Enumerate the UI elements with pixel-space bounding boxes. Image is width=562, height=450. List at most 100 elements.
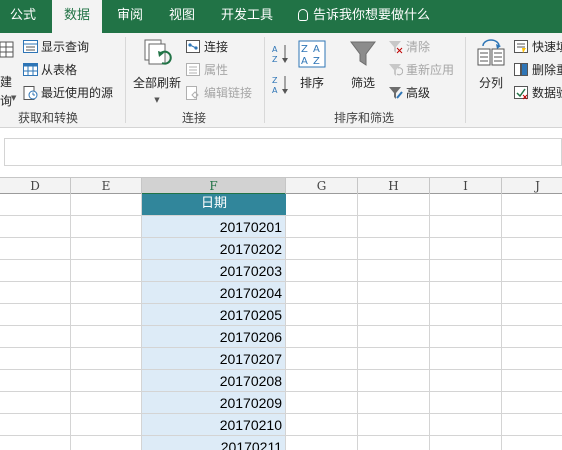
text-to-columns-label: 分列	[478, 76, 503, 90]
svg-text:A: A	[313, 44, 320, 55]
date-cell[interactable]: 20170203	[142, 260, 282, 282]
advanced-filter-label: 高级	[406, 86, 431, 100]
flash-fill-button[interactable]: 快速填	[514, 38, 562, 56]
reapply-icon	[389, 64, 403, 76]
date-cell[interactable]: 20170205	[142, 304, 282, 326]
recent-sources-button[interactable]: 最近使用的源	[23, 84, 113, 102]
column-header-g[interactable]: G	[286, 178, 358, 194]
column-header-row: D E F G H I J	[0, 177, 562, 195]
sort-button[interactable]: Z A A Z 排序	[294, 39, 330, 95]
properties-button[interactable]: 属性	[186, 61, 228, 79]
sort-label: 排序	[299, 76, 324, 90]
new-query-icon	[0, 41, 14, 58]
flash-fill-icon	[514, 40, 528, 53]
sort-za-icon: ZA	[272, 76, 288, 95]
data-validation-button[interactable]: 数据验	[514, 84, 562, 102]
text-to-columns-icon	[477, 39, 505, 66]
show-queries-button[interactable]: 显示查询	[23, 38, 89, 56]
reapply-button[interactable]: 重新应用	[388, 61, 454, 79]
refresh-all-icon	[144, 39, 172, 65]
date-cell[interactable]: 20170211	[142, 436, 282, 450]
clear-filter-icon	[389, 41, 403, 54]
clear-filter-button[interactable]: 清除	[388, 38, 430, 56]
edit-links-icon	[186, 86, 199, 100]
remove-duplicates-icon	[514, 63, 528, 76]
edit-links-button[interactable]: 编辑链接	[186, 84, 252, 102]
from-table-button[interactable]: 从表格	[23, 61, 77, 79]
new-query-label-1: 建	[0, 75, 13, 89]
column-header-j[interactable]: J	[502, 178, 562, 194]
date-cell[interactable]: 20170201	[142, 216, 282, 238]
data-validation-label: 数据验	[532, 86, 562, 100]
reapply-label: 重新应用	[406, 63, 455, 77]
sort-az-icon: AZ	[272, 45, 288, 64]
remove-duplicates-button[interactable]: 删除重	[514, 61, 562, 79]
column-header-h[interactable]: H	[358, 178, 430, 194]
connections-label: 连接	[204, 40, 229, 54]
show-queries-icon	[23, 40, 38, 53]
text-to-columns-button[interactable]: 分列	[472, 39, 510, 95]
svg-text:Z: Z	[313, 56, 320, 67]
tab-review[interactable]: 审阅	[108, 0, 152, 33]
filter-funnel-icon	[350, 41, 376, 66]
filter-label: 筛选	[350, 76, 375, 90]
tab-view[interactable]: 视图	[160, 0, 204, 33]
svg-text:A: A	[272, 86, 278, 95]
column-header-e[interactable]: E	[71, 178, 142, 194]
advanced-filter-icon	[389, 87, 403, 99]
gridline	[70, 194, 71, 450]
date-header-cell[interactable]: 日期	[142, 194, 286, 215]
tell-me-box[interactable]: 告诉我你想要做什么	[298, 0, 430, 33]
connections-icon	[186, 40, 200, 53]
recent-sources-label: 最近使用的源	[41, 86, 114, 100]
gridline	[429, 194, 430, 450]
clear-filter-label: 清除	[406, 40, 431, 54]
column-header-i[interactable]: I	[430, 178, 502, 194]
worksheet-grid[interactable]: 日期 20170201 20170202 20170203 20170204 2…	[0, 194, 562, 450]
tab-formulas[interactable]: 公式	[0, 0, 46, 33]
dropdown-arrow-icon: ▼	[11, 94, 17, 102]
ribbon-separator	[465, 37, 466, 123]
properties-icon	[186, 63, 200, 76]
filter-button[interactable]: 筛选	[344, 39, 382, 95]
gridline	[357, 194, 358, 450]
date-cell[interactable]: 20170202	[142, 238, 282, 260]
formula-bar-input[interactable]	[4, 138, 562, 166]
column-header-d[interactable]: D	[0, 178, 71, 194]
show-queries-label: 显示查询	[41, 40, 90, 54]
column-header-f[interactable]: F	[142, 178, 286, 195]
date-cell[interactable]: 20170204	[142, 282, 282, 304]
sort-ascending-button[interactable]: AZ	[272, 43, 290, 65]
gridline	[501, 194, 502, 450]
ribbon-separator	[125, 37, 126, 123]
ribbon-tab-bar: 公式 数据 审阅 视图 开发工具 告诉我你想要做什么	[0, 0, 562, 33]
sort-descending-button[interactable]: ZA	[272, 74, 290, 96]
remove-duplicates-label: 删除重	[532, 63, 562, 77]
date-cell[interactable]: 20170209	[142, 392, 282, 414]
date-cell[interactable]: 20170208	[142, 370, 282, 392]
sort-dialog-icon: Z A A Z	[298, 40, 326, 68]
tab-data[interactable]: 数据	[52, 0, 102, 33]
ribbon-separator	[264, 37, 265, 123]
data-validation-icon	[514, 86, 528, 100]
formula-bar-area	[0, 129, 562, 177]
svg-text:Z: Z	[272, 76, 278, 85]
connections-button[interactable]: 连接	[186, 38, 228, 56]
refresh-all-label: 全部刷新	[132, 76, 181, 90]
svg-text:A: A	[301, 56, 308, 67]
advanced-filter-button[interactable]: 高级	[388, 84, 430, 102]
recent-sources-icon	[23, 86, 38, 100]
edit-links-label: 编辑链接	[204, 86, 253, 100]
refresh-all-button[interactable]: 全部刷新 ▼	[130, 38, 184, 104]
from-table-label: 从表格	[41, 63, 78, 77]
group-label-sort-filter: 排序和筛选	[334, 111, 395, 125]
date-cell[interactable]: 20170210	[142, 414, 282, 436]
tab-developer[interactable]: 开发工具	[214, 0, 280, 33]
date-cell[interactable]: 20170206	[142, 326, 282, 348]
new-query-button[interactable]: 建 询 ▼	[0, 37, 18, 108]
group-label-connections: 连接	[182, 111, 207, 125]
svg-text:Z: Z	[301, 44, 308, 55]
svg-text:A: A	[272, 45, 278, 54]
date-cell[interactable]: 20170207	[142, 348, 282, 370]
table-icon	[23, 63, 38, 76]
